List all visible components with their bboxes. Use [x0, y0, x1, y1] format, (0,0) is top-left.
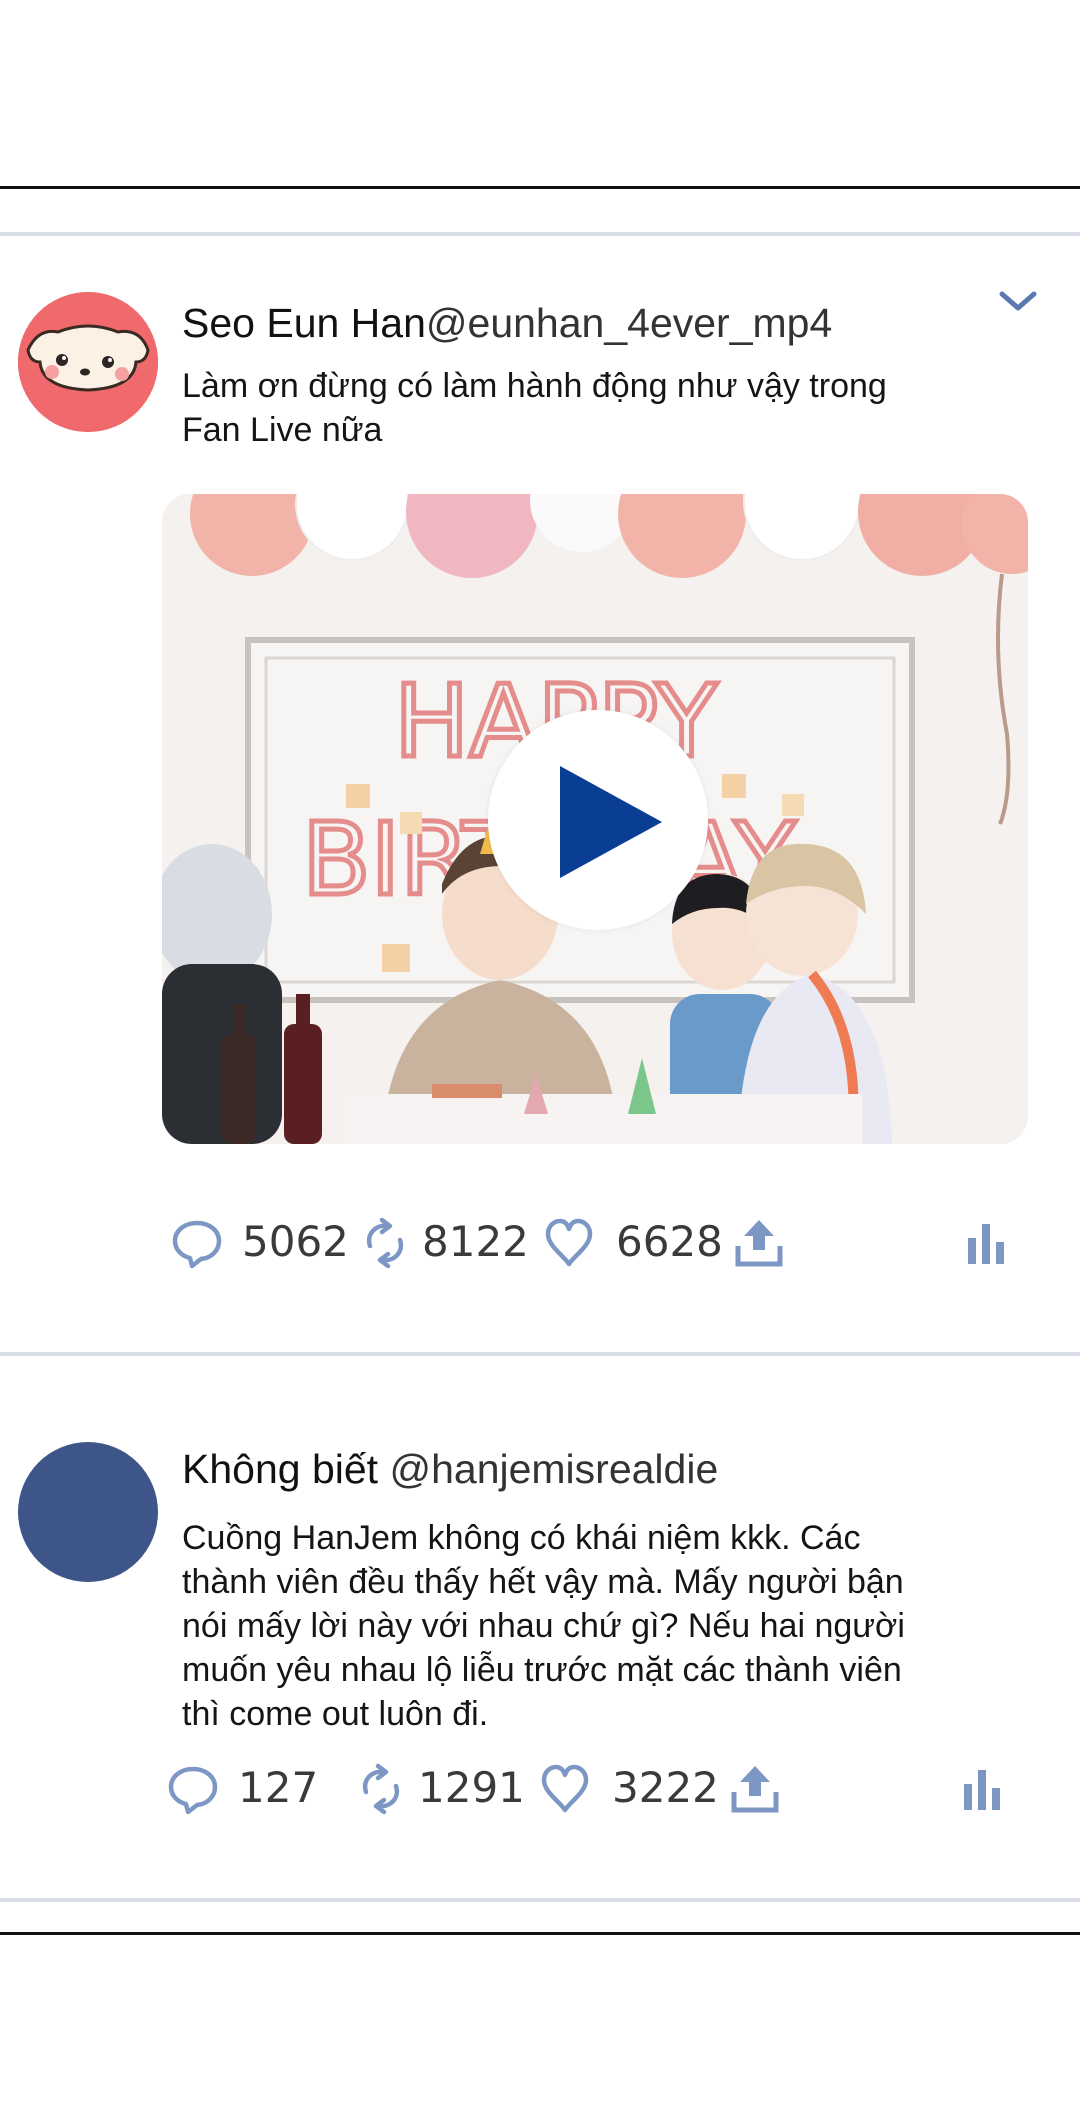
top-border [0, 186, 1080, 189]
separator [0, 1352, 1080, 1356]
heart-icon[interactable] [542, 1216, 596, 1270]
video-thumbnail[interactable]: HAPPY BIRTHDAY [162, 494, 1028, 1144]
puppy-avatar-icon [18, 292, 158, 432]
reply-count: 127 [238, 1763, 319, 1812]
tweet-text-line: Fan Live nữa [182, 411, 383, 449]
tweet-text: Làm ơn đừng có làm hành động như vậy tro… [182, 364, 1002, 452]
tweet-text-line: muốn yêu nhau lộ liễu trước mặt các thàn… [182, 1651, 902, 1689]
play-button[interactable] [488, 710, 708, 930]
tweet-text-line: nói mấy lời này với nhau chứ gì? Nếu hai… [182, 1607, 905, 1645]
tweet-card[interactable]: Seo Eun Han@eunhan_4ever_mp4 Làm ơn đừng… [0, 236, 1080, 1352]
tweet-text-line: Cuồng HanJem không có khái niệm kkk. Các [182, 1519, 861, 1557]
speech-bubble-icon[interactable] [166, 1762, 220, 1816]
tweet-text: Cuồng HanJem không có khái niệm kkk. Các… [182, 1516, 1002, 1736]
retweet-arrows-icon[interactable] [358, 1216, 412, 1270]
avatar[interactable] [18, 1442, 158, 1582]
tweet-text-line: thì come out luôn đi. [182, 1695, 489, 1733]
display-name[interactable]: Seo Eun Han [182, 300, 426, 346]
reply-count: 5062 [242, 1217, 349, 1266]
handle[interactable]: @hanjemisrealdie [389, 1446, 718, 1492]
tweet-header: Không biết @hanjemisrealdie [182, 1444, 718, 1494]
speech-bubble-icon[interactable] [170, 1216, 224, 1270]
tweet-header: Seo Eun Han@eunhan_4ever_mp4 [182, 298, 832, 348]
play-icon [560, 766, 662, 878]
retweet-count: 8122 [422, 1217, 529, 1266]
tweet-text-line: thành viên đều thấy hết vậy mà. Mấy ngườ… [182, 1563, 904, 1601]
bar-chart-icon[interactable] [960, 1216, 1014, 1270]
display-name[interactable]: Không biết [182, 1446, 378, 1492]
tweet-actions: 127 1291 3222 [0, 1752, 1080, 1832]
handle[interactable]: @eunhan_4ever_mp4 [426, 300, 832, 346]
separator [0, 1898, 1080, 1902]
share-upload-icon[interactable] [732, 1216, 786, 1270]
tweet-text-line: Làm ơn đừng có làm hành động như vậy tro… [182, 367, 887, 405]
retweet-count: 1291 [418, 1763, 525, 1812]
share-upload-icon[interactable] [728, 1762, 782, 1816]
retweet-arrows-icon[interactable] [354, 1762, 408, 1816]
bar-chart-icon[interactable] [956, 1762, 1010, 1816]
tweet-card[interactable]: Không biết @hanjemisrealdie Cuồng HanJem… [0, 1356, 1080, 1898]
chevron-down-icon[interactable] [996, 286, 1040, 316]
bottom-border [0, 1932, 1080, 1935]
tweet-actions: 5062 8122 6628 [0, 1206, 1080, 1286]
like-count: 3222 [612, 1763, 719, 1812]
like-count: 6628 [616, 1217, 723, 1266]
avatar[interactable] [18, 292, 158, 432]
heart-icon[interactable] [538, 1762, 592, 1816]
